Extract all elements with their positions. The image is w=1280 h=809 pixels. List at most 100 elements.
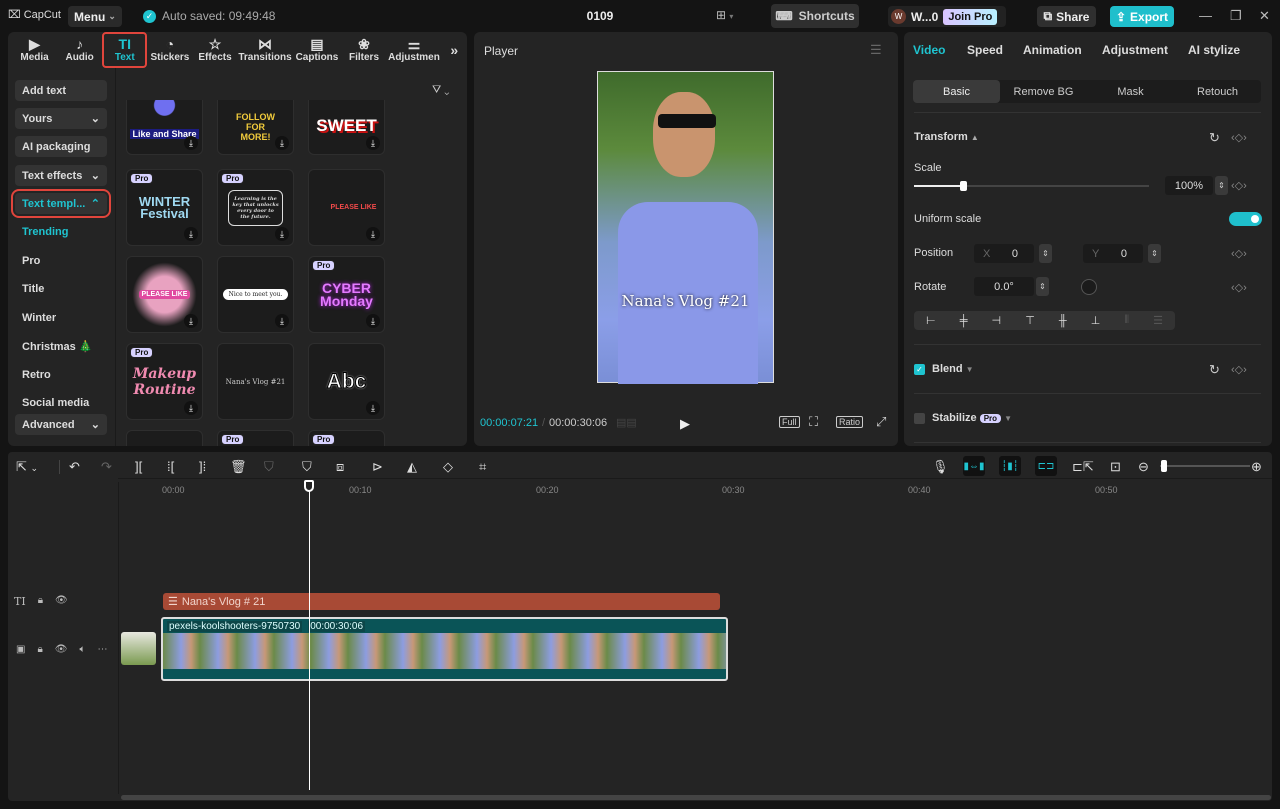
scale-stepper[interactable]: ⇕ (1215, 176, 1228, 195)
tab-media[interactable]: ▶ Media (12, 32, 57, 68)
subtab-mask[interactable]: Mask (1087, 80, 1174, 103)
export-button[interactable]: ⇪ Export (1110, 6, 1174, 27)
rotate-dial[interactable] (1081, 279, 1097, 295)
join-pro-button[interactable]: Join Pro (943, 8, 998, 25)
download-icon[interactable]: ⤓ (184, 227, 198, 241)
position-y-stepper[interactable]: ⇕ (1148, 244, 1161, 263)
split-right-icon[interactable]: ]⁞ (199, 459, 206, 474)
redo-icon[interactable]: ↷ (101, 459, 112, 475)
playhead-handle[interactable] (304, 480, 314, 492)
microphone-icon[interactable]: 🎙 (932, 459, 949, 475)
crop-icon[interactable]: ⌗ (479, 459, 486, 475)
time-ruler[interactable]: 00:00 00:10 00:20 00:30 00:40 00:50 (118, 478, 1272, 498)
distribute-h-icon[interactable]: ⫴ (1124, 314, 1129, 327)
eye-icon[interactable]: 👁︎ (55, 644, 68, 655)
keyframe-icon[interactable]: ‹◇› (1231, 131, 1247, 144)
ai-packaging-button[interactable]: AI packaging (15, 136, 107, 157)
position-x-stepper[interactable]: ⇕ (1039, 244, 1052, 263)
share-button[interactable]: ⧉ Share (1037, 6, 1096, 27)
lock-icon[interactable]: 🔒︎ (38, 595, 43, 608)
keyframe-icon[interactable]: ‹◇› (1231, 179, 1247, 192)
close-icon[interactable]: ✕ (1259, 8, 1270, 24)
template-card[interactable]: PLEASE LIKE ⤓ (308, 169, 385, 246)
template-card[interactable]: Makeup Routine Pro ⤓ (126, 343, 203, 420)
tab-adjustment[interactable]: Adjustment (1102, 43, 1168, 57)
keyframe-icon[interactable]: ‹◇› (1231, 281, 1247, 294)
download-icon[interactable]: ⤓ (275, 314, 289, 328)
linkage-icon[interactable]: ⊏⊐ (1035, 456, 1057, 476)
more-options-icon[interactable]: ⋯ (97, 644, 107, 655)
video-preview[interactable]: Nana's Vlog #21 (597, 71, 774, 384)
timeline-zoom-slider[interactable] (1160, 460, 1250, 472)
reset-icon[interactable]: ↻ (1209, 130, 1220, 146)
template-card[interactable]: Pro (217, 430, 294, 446)
delete-icon[interactable]: 🗑 (230, 459, 247, 475)
scale-input[interactable]: 100% (1165, 176, 1213, 195)
template-card[interactable]: Learning is the key that unlocks every d… (217, 169, 294, 246)
full-button[interactable]: Full (779, 416, 800, 428)
download-icon[interactable]: ⤓ (275, 136, 289, 150)
align-top-icon[interactable]: ⊤ (1025, 314, 1035, 327)
layout-icon[interactable]: ⊞ ▾ (716, 8, 733, 22)
auto-snap-icon[interactable]: ┆▮┆ (999, 456, 1021, 476)
text-clip[interactable]: ☰ Nana's Vlog # 21 (163, 593, 720, 610)
eye-icon[interactable]: 👁︎ (55, 595, 68, 608)
template-card[interactable]: PLEASE LIKE ⤓ (126, 256, 203, 333)
freeze-frame-icon[interactable]: ⧈ (336, 459, 344, 475)
text-templates-button[interactable]: Text templ... ⌃ (11, 189, 111, 218)
sidebar-item-title[interactable]: Title (22, 283, 44, 295)
mirror-icon[interactable]: ◭ (407, 459, 417, 475)
tab-captions[interactable]: ▤ Captions (292, 32, 341, 68)
play-icon[interactable]: ▶ (680, 416, 690, 432)
download-icon[interactable]: ⤓ (366, 227, 380, 241)
text-overlay[interactable]: Nana's Vlog #21 (598, 292, 773, 310)
template-card[interactable]: WINTER Festival Pro ⤓ (126, 169, 203, 246)
lock-icon[interactable]: 🔒︎ (37, 644, 42, 655)
restore-icon[interactable]: ❐ (1230, 8, 1242, 24)
zoom-out-icon[interactable]: ⊖ (1138, 459, 1149, 475)
tab-audio[interactable]: ♪ Audio (57, 32, 102, 68)
scale-slider[interactable] (914, 181, 1149, 191)
template-card[interactable]: CYBER Monday Pro ⤓ (308, 256, 385, 333)
sidebar-item-winter[interactable]: Winter (22, 312, 56, 324)
rotate-clip-icon[interactable]: ◇ (443, 459, 453, 475)
menu-button[interactable]: Menu ⌄ (68, 6, 122, 27)
user-account[interactable]: W W...0 Join Pro (888, 6, 1006, 27)
template-card[interactable]: FOLLOW FOR MORE! ⤓ (217, 100, 294, 155)
more-tabs-icon[interactable]: » (441, 32, 466, 68)
blend-heading[interactable]: Blend ▼ (932, 363, 974, 375)
marker-ai-icon[interactable]: ⛉ (264, 459, 274, 475)
download-icon[interactable]: ⤓ (366, 401, 380, 415)
scale-slider-handle[interactable] (960, 181, 968, 191)
fullscreen-icon[interactable]: ⤢ (876, 414, 886, 430)
template-card[interactable]: Like and Share ⤓ (126, 100, 203, 155)
sidebar-item-christmas[interactable]: Christmas 🎄 (22, 340, 93, 353)
blend-checkbox[interactable]: ✓ (914, 364, 925, 375)
transform-heading[interactable]: Transform ▲ (914, 131, 979, 143)
zoom-fit-icon[interactable]: ⛶ (809, 414, 818, 430)
download-icon[interactable]: ⤓ (184, 136, 198, 150)
split-left-icon[interactable]: ⁞[ (167, 459, 174, 474)
tab-filters[interactable]: ❀ Filters (341, 32, 386, 68)
stabilize-checkbox[interactable] (914, 413, 925, 424)
tab-transitions[interactable]: ⋈ Transitions (238, 32, 293, 68)
template-card[interactable]: Pro (308, 430, 385, 446)
playhead[interactable] (309, 480, 310, 790)
keyframe-icon[interactable]: ‹◇› (1231, 363, 1247, 376)
template-card[interactable]: Nana's Vlog #21 (217, 343, 294, 420)
download-icon[interactable]: ⤓ (184, 401, 198, 415)
subtab-basic[interactable]: Basic (913, 80, 1000, 103)
align-right-icon[interactable]: ⊣ (992, 314, 1002, 327)
keyframe-icon[interactable]: ‹◇› (1231, 247, 1247, 260)
undo-icon[interactable]: ↶ (69, 459, 80, 475)
uniform-scale-toggle[interactable] (1229, 212, 1262, 226)
download-icon[interactable]: ⤓ (184, 314, 198, 328)
video-clip[interactable]: pexels-koolshooters-9750730 00:00:30:06 (161, 617, 728, 681)
split-icon[interactable]: ][ (135, 459, 142, 474)
add-text-button[interactable]: Add text (15, 80, 107, 101)
tab-speed[interactable]: Speed (967, 43, 1003, 57)
download-icon[interactable]: ⤓ (366, 314, 380, 328)
subtab-remove-bg[interactable]: Remove BG (1000, 80, 1087, 103)
zoom-to-fit-icon[interactable]: ⊡ (1110, 459, 1121, 475)
stabilize-heading[interactable]: Stabilize Pro ▼ (932, 412, 1012, 424)
